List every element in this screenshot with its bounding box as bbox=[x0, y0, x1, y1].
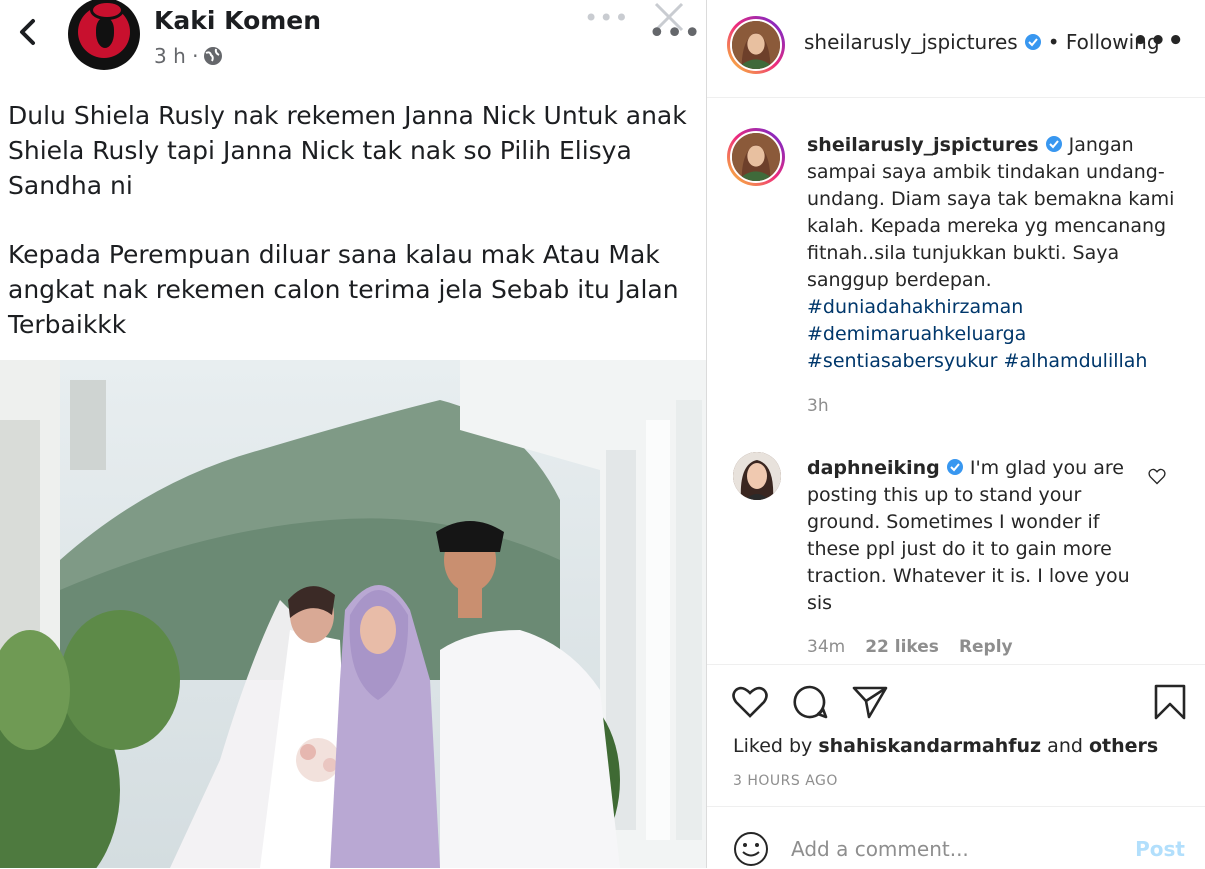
author-username[interactable]: sheilarusly_jspictures bbox=[804, 30, 1018, 54]
comment-time: 34m bbox=[807, 637, 846, 657]
author-avatar-image bbox=[732, 21, 780, 69]
liked-by: Liked by shahiskandarmahfuz and others bbox=[733, 735, 1158, 757]
globe-icon bbox=[204, 47, 223, 65]
emoji-icon[interactable] bbox=[733, 831, 769, 867]
post-paragraph: Dulu Shiela Rusly nak rekemen Janna Nick… bbox=[8, 101, 687, 200]
post-actions: Liked by shahiskandarmahfuz and others 3… bbox=[707, 664, 1205, 807]
verified-badge-icon bbox=[1045, 136, 1062, 152]
caption-author-avatar[interactable] bbox=[727, 128, 785, 186]
comment-text: I'm glad you are posting this up to stan… bbox=[807, 457, 1130, 614]
post-header: sheilarusly_jspictures • Following ••• bbox=[707, 0, 1205, 98]
more-options-icon[interactable]: ••• bbox=[1132, 26, 1185, 56]
author-avatar[interactable] bbox=[727, 16, 785, 74]
post-timestamp[interactable]: 3 HOURS AGO bbox=[733, 773, 838, 789]
page-name[interactable]: Kaki Komen bbox=[154, 6, 321, 35]
post-paragraph: Kepada Perempuan diluar sana kalau mak A… bbox=[8, 240, 679, 339]
bookmark-icon[interactable] bbox=[1151, 683, 1189, 721]
page-avatar[interactable] bbox=[68, 0, 140, 70]
liked-by-and: and bbox=[1047, 735, 1083, 757]
facebook-post-text: Dulu Shiela Rusly nak rekemen Janna Nick… bbox=[8, 98, 688, 376]
liked-by-others[interactable]: others bbox=[1089, 735, 1158, 757]
commenter-avatar-image bbox=[733, 452, 781, 500]
caption-text: Jangan sampai saya ambik tindakan undang… bbox=[807, 134, 1175, 291]
comment-bubble-icon[interactable] bbox=[791, 683, 829, 721]
hashtag-link[interactable]: #duniadahakhirzaman bbox=[807, 296, 1023, 318]
instagram-post-panel: sheilarusly_jspictures • Following ••• s… bbox=[707, 0, 1205, 868]
header-user-row: sheilarusly_jspictures • Following bbox=[804, 30, 1160, 54]
like-comment-heart-icon[interactable] bbox=[1147, 466, 1167, 486]
comment-username[interactable]: daphneiking bbox=[807, 457, 940, 479]
post-time-text: 3 h · bbox=[154, 44, 199, 68]
like-heart-icon[interactable] bbox=[731, 683, 769, 721]
comment-likes[interactable]: 22 likes bbox=[865, 637, 939, 657]
faded-more-icon: ••• bbox=[584, 4, 630, 32]
comment: daphneiking I'm glad you are posting thi… bbox=[807, 455, 1137, 617]
comment-input[interactable]: Add a comment... bbox=[791, 837, 969, 861]
hashtag-link[interactable]: #alhamdulillah bbox=[1004, 350, 1148, 372]
wedding-photo bbox=[0, 360, 706, 868]
back-arrow-icon[interactable] bbox=[14, 16, 42, 48]
reply-button[interactable]: Reply bbox=[959, 637, 1013, 657]
verified-badge-icon bbox=[1024, 34, 1041, 50]
post-comment-button[interactable]: Post bbox=[1135, 837, 1185, 861]
facebook-post-header: Kaki Komen 3 h · ••• ••• bbox=[0, 0, 706, 80]
comment-meta: 34m 22 likes Reply bbox=[807, 637, 1013, 657]
share-paper-plane-icon[interactable] bbox=[851, 683, 889, 721]
shared-facebook-screenshot: Kaki Komen 3 h · ••• ••• Dulu Shiela Rus… bbox=[0, 0, 707, 868]
hashtag-link[interactable]: #sentiasabersyukur bbox=[807, 350, 997, 372]
liked-by-user[interactable]: shahiskandarmahfuz bbox=[818, 735, 1041, 757]
more-options-icon[interactable]: ••• bbox=[648, 16, 701, 51]
verified-badge-icon bbox=[946, 459, 963, 475]
add-comment-bar: Add a comment... Post bbox=[707, 806, 1205, 869]
caption-avatar-image bbox=[732, 133, 780, 181]
caption-username[interactable]: sheilarusly_jspictures bbox=[807, 134, 1039, 156]
post-time: 3 h · bbox=[154, 44, 224, 68]
hashtag-link[interactable]: #demimaruahkeluarga bbox=[807, 323, 1026, 345]
caption-time[interactable]: 3h bbox=[807, 396, 829, 416]
post-caption: sheilarusly_jspictures Jangan sampai say… bbox=[807, 132, 1187, 375]
liked-by-prefix: Liked by bbox=[733, 735, 813, 757]
commenter-avatar[interactable] bbox=[733, 452, 781, 500]
